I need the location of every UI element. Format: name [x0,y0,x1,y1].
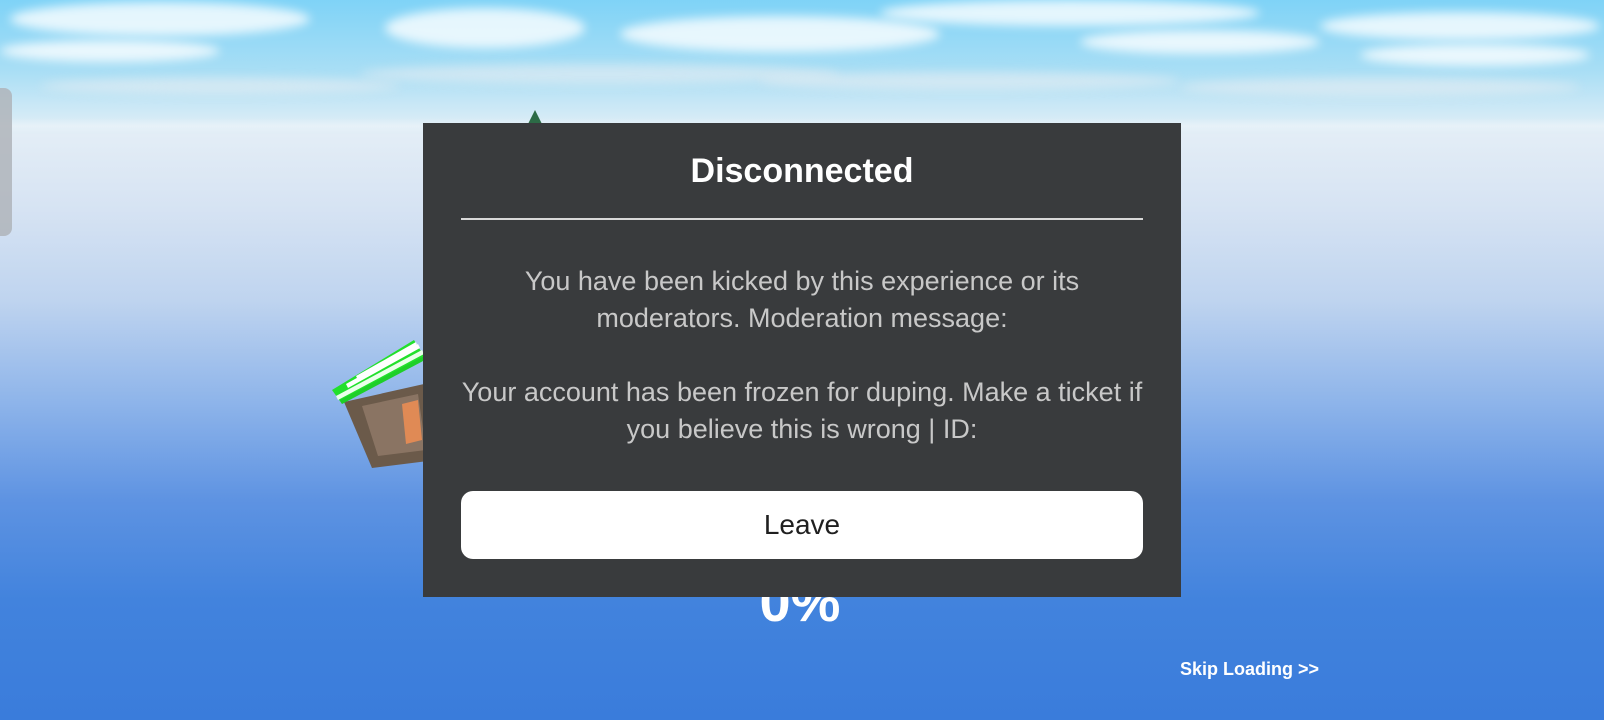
moderation-message-text: Your account has been frozen for duping.… [461,377,1143,444]
cloud [385,8,585,48]
cloud [1320,12,1600,40]
dialog-message: You have been kicked by this experience … [453,263,1151,448]
cloud [0,40,220,62]
cloud [10,2,310,36]
kick-reason-text: You have been kicked by this experience … [524,266,1080,333]
cloud [1180,78,1580,96]
game-scene: 0% Skip Loading >> Disconnected You have… [0,0,1604,720]
cloud [760,72,1180,90]
dialog-title: Disconnected [690,152,914,190]
pine-tree-icon [528,110,542,124]
cloud [880,0,1260,26]
cloud [1360,44,1590,66]
dialog-divider [461,218,1143,220]
side-menu-handle[interactable] [0,88,12,236]
cloud [620,16,940,52]
leave-button[interactable]: Leave [461,491,1143,559]
cloud [40,78,400,94]
cloud [1080,30,1320,54]
disconnected-dialog: Disconnected You have been kicked by thi… [423,123,1181,597]
skip-loading-button[interactable]: Skip Loading >> [1180,659,1319,680]
